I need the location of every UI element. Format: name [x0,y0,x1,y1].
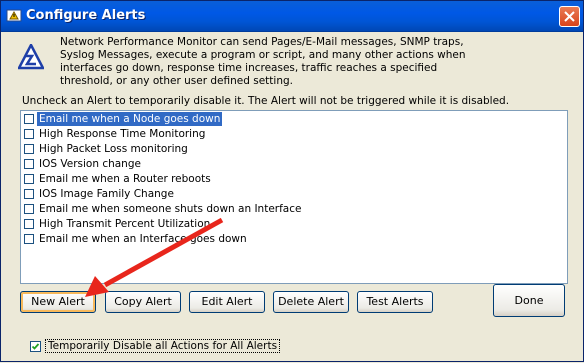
alert-label[interactable]: Email me when an Interface goes down [37,232,249,246]
alerts-list[interactable]: Email me when a Node goes down High Resp… [20,110,568,284]
alert-label[interactable]: High Packet Loss monitoring [37,142,190,156]
alert-checkbox[interactable] [24,174,34,184]
disable-all-checkbox[interactable] [30,341,41,352]
test-alerts-button[interactable]: Test Alerts [357,291,433,313]
alert-label[interactable]: IOS Version change [37,157,143,171]
alert-checkbox[interactable] [24,234,34,244]
alert-label[interactable]: High Response Time Monitoring [37,127,207,141]
alert-label[interactable]: IOS Image Family Change [37,187,176,201]
alert-label[interactable]: Email me when a Router reboots [37,172,213,186]
alert-checkbox[interactable] [24,189,34,199]
edit-alert-button[interactable]: Edit Alert [189,291,265,313]
alert-label[interactable]: Email me when someone shuts down an Inte… [37,202,303,216]
app-logo-icon [18,44,44,70]
delete-alert-button[interactable]: Delete Alert [273,291,349,313]
new-alert-button[interactable]: New Alert [20,291,96,313]
alert-label[interactable]: Email me when a Node goes down [37,112,223,126]
alert-checkbox[interactable] [24,114,34,124]
description-text: Network Performance Monitor can send Pag… [60,36,466,87]
alert-checkbox[interactable] [24,219,34,229]
alert-checkbox[interactable] [24,159,34,169]
alert-checkbox[interactable] [24,144,34,154]
close-icon [564,11,575,22]
alert-checkbox[interactable] [24,129,34,139]
alert-checkbox[interactable] [24,204,34,214]
alert-label[interactable]: High Transmit Percent Utilization [37,217,212,231]
title-bar[interactable]: Configure Alerts [1,1,583,32]
configure-alerts-window: Configure Alerts Network Performance Mon… [0,0,584,362]
window-title: Configure Alerts [26,8,146,23]
disable-all-label[interactable]: Temporarily Disable all Actions for All … [45,339,281,353]
copy-alert-button[interactable]: Copy Alert [105,291,181,313]
settings-icon [6,9,22,22]
instruction-text: Uncheck an Alert to temporarily disable … [22,95,510,107]
checkmark-icon [31,343,40,350]
done-button[interactable]: Done [493,284,565,317]
close-button[interactable] [559,6,580,27]
